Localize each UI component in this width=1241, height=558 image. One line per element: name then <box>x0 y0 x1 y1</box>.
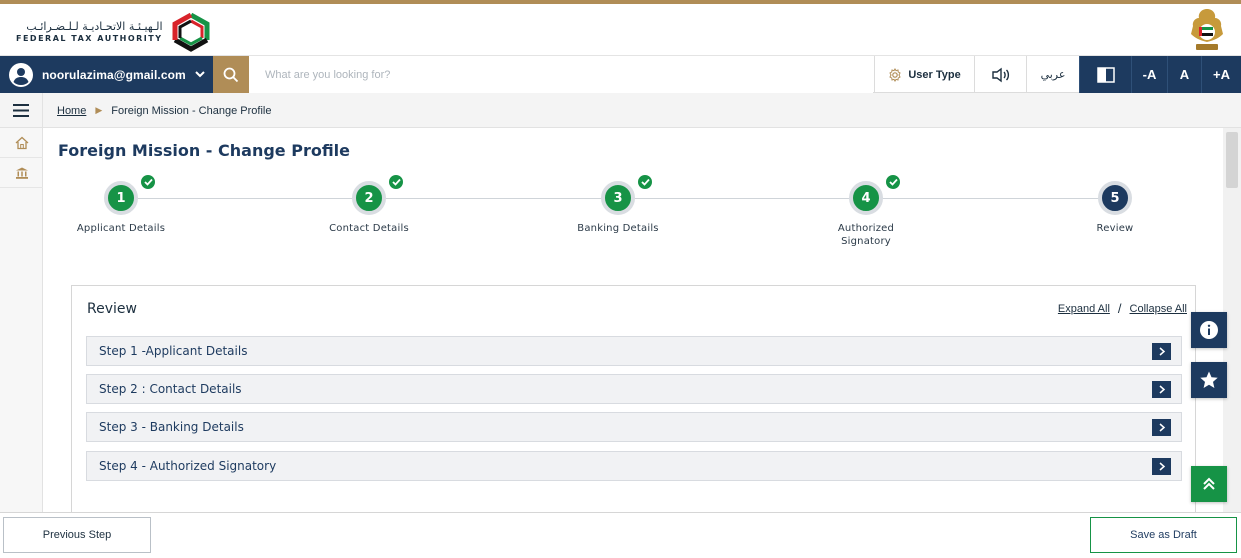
accordion-label: Step 3 - Banking Details <box>99 420 244 434</box>
step-banking-details[interactable]: 3 Banking Details <box>558 173 678 235</box>
font-decrease-button[interactable]: -A <box>1131 56 1167 93</box>
save-as-draft-button[interactable]: Save as Draft <box>1090 517 1237 553</box>
user-menu[interactable]: noorulazima@gmail.com <box>0 56 213 93</box>
checkmark-icon <box>884 173 902 191</box>
accordion-step-1[interactable]: Step 1 -Applicant Details <box>86 336 1182 366</box>
link-separator: / <box>1117 301 1122 316</box>
expand-collapse-links: Expand All / Collapse All <box>1058 301 1187 316</box>
sidebar-item-home[interactable] <box>0 128 43 158</box>
accordion-expand-button[interactable] <box>1152 343 1171 360</box>
contrast-toggle-button[interactable] <box>1079 56 1131 93</box>
info-icon <box>1200 321 1218 339</box>
menu-toggle-button[interactable] <box>0 93 43 128</box>
breadcrumb-home-link[interactable]: Home <box>57 105 86 117</box>
search-input[interactable] <box>249 56 873 93</box>
fta-logo[interactable]: الـهيـئـة الاتحـاديـة لـلـضـرائـب FEDERA… <box>16 12 213 52</box>
language-switch-button[interactable]: عربي <box>1026 56 1079 93</box>
star-icon <box>1200 371 1218 388</box>
checkmark-icon <box>387 173 405 191</box>
breadcrumb: Home ▶ Foreign Mission - Change Profile <box>57 93 271 128</box>
chevron-right-icon <box>1159 462 1165 471</box>
accordion-expand-button[interactable] <box>1152 381 1171 398</box>
chevron-right-icon <box>1159 347 1165 356</box>
breadcrumb-bar: Home ▶ Foreign Mission - Change Profile <box>0 93 1241 128</box>
font-increase-button[interactable]: +A <box>1201 56 1241 93</box>
accordion-label: Step 4 - Authorized Signatory <box>99 459 277 473</box>
font-normal-button[interactable]: A <box>1167 56 1201 93</box>
search-icon <box>223 67 239 82</box>
logo-english-text: FEDERAL TAX AUTHORITY <box>16 34 163 43</box>
uae-emblem-icon <box>1191 9 1223 50</box>
main-content: Foreign Mission - Change Profile 1 Appli… <box>43 128 1223 515</box>
step-number: 1 <box>104 181 138 215</box>
accordion-label: Step 1 -Applicant Details <box>99 344 248 358</box>
user-type-label: User Type <box>908 68 961 81</box>
hamburger-menu-icon <box>13 104 29 117</box>
bank-building-icon <box>15 167 28 179</box>
logo-arabic-text: الـهيـئـة الاتحـاديـة لـلـضـرائـب <box>26 20 163 33</box>
fta-logo-mark-icon <box>172 12 210 52</box>
step-authorized-signatory[interactable]: 4 Authorized Signatory <box>806 173 926 248</box>
accordion-step-2[interactable]: Step 2 : Contact Details <box>86 374 1182 404</box>
footer-bar: Previous Step Save as Draft <box>0 512 1241 558</box>
step-number: 4 <box>849 181 883 215</box>
site-header: الـهيـئـة الاتحـاديـة لـلـضـرائـب FEDERA… <box>0 4 1241 56</box>
search-button[interactable] <box>213 56 249 93</box>
review-card: Review Expand All / Collapse All Step 1 … <box>71 285 1196 515</box>
step-applicant-details[interactable]: 1 Applicant Details <box>61 173 181 235</box>
step-number: 3 <box>601 181 635 215</box>
breadcrumb-arrow-icon: ▶ <box>95 105 103 115</box>
accordion-expand-button[interactable] <box>1152 419 1171 436</box>
expand-all-link[interactable]: Expand All <box>1058 303 1110 315</box>
accordion-step-4[interactable]: Step 4 - Authorized Signatory <box>86 451 1182 481</box>
step-number: 2 <box>352 181 386 215</box>
scrollbar-thumb[interactable] <box>1226 132 1238 188</box>
collapse-all-link[interactable]: Collapse All <box>1130 303 1187 315</box>
step-label: Authorized Signatory <box>837 223 895 247</box>
step-contact-details[interactable]: 2 Contact Details <box>309 173 429 235</box>
chevron-right-icon <box>1159 385 1165 394</box>
user-type-button[interactable]: User Type <box>874 56 974 93</box>
checkmark-icon <box>139 173 157 191</box>
gear-icon <box>889 67 901 82</box>
user-email: noorulazima@gmail.com <box>42 67 186 82</box>
speaker-icon <box>991 67 1009 82</box>
logo-text: الـهيـئـة الاتحـاديـة لـلـضـرائـب FEDERA… <box>16 20 163 44</box>
step-label: Contact Details <box>329 223 409 234</box>
progress-stepper: 1 Applicant Details 2 Contact Details 3 <box>43 128 1223 268</box>
text-to-speech-button[interactable] <box>974 56 1026 93</box>
step-label: Banking Details <box>577 223 659 234</box>
user-avatar-icon <box>9 62 33 87</box>
checkmark-icon <box>636 173 654 191</box>
accordion-expand-button[interactable] <box>1152 458 1171 475</box>
review-title: Review <box>87 301 137 317</box>
step-label: Applicant Details <box>76 223 166 234</box>
step-label: Review <box>1096 223 1134 234</box>
previous-step-button[interactable]: Previous Step <box>3 517 151 553</box>
left-sidebar <box>0 128 43 512</box>
step-review[interactable]: 5 Review <box>1055 181 1175 235</box>
sidebar-item-services[interactable] <box>0 158 43 188</box>
home-icon <box>15 136 28 149</box>
chevron-down-icon[interactable] <box>193 67 207 81</box>
info-button[interactable] <box>1191 312 1227 348</box>
favorites-button[interactable] <box>1191 362 1227 398</box>
step-number: 5 <box>1098 181 1132 215</box>
breadcrumb-current: Foreign Mission - Change Profile <box>111 104 272 117</box>
scroll-to-top-button[interactable] <box>1191 466 1227 502</box>
contrast-icon <box>1096 66 1115 83</box>
accordion-label: Step 2 : Contact Details <box>99 382 242 396</box>
double-chevron-up-icon <box>1203 477 1215 490</box>
chevron-right-icon <box>1159 423 1165 432</box>
accordion-step-3[interactable]: Step 3 - Banking Details <box>86 412 1182 442</box>
top-navbar: noorulazima@gmail.com User Type عربي -A <box>0 56 1241 93</box>
